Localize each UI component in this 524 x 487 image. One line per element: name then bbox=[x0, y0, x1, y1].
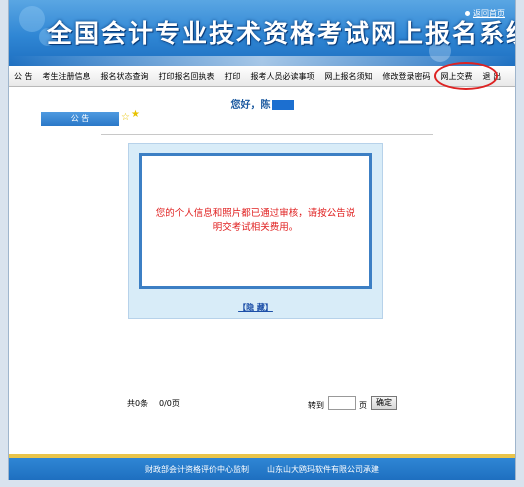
nav-item-registration-info[interactable]: 考生注册信息 bbox=[38, 71, 96, 82]
nav-item-print[interactable]: 打印 bbox=[220, 71, 246, 82]
hide-link[interactable]: 【隐 藏】 bbox=[129, 302, 382, 313]
notice-tab[interactable]: 公 告 bbox=[41, 112, 119, 126]
header-banner: 全国会计专业技术资格考试网上报名系统 返回首页 bbox=[9, 0, 515, 66]
confirm-button[interactable]: 确定 bbox=[371, 396, 397, 410]
greeting: 您好，陈 bbox=[9, 96, 515, 111]
nav-item-registration-notes[interactable]: 网上报名须知 bbox=[320, 71, 378, 82]
review-message: 您的个人信息和照片都已通过审核，请按公告说明交考试相关费用。 bbox=[155, 208, 356, 233]
redacted-name bbox=[271, 100, 294, 110]
footer-supervisor: 财政部会计资格评价中心监制 bbox=[145, 464, 249, 474]
page-count: 0/0页 bbox=[159, 399, 180, 408]
app-window: 全国会计专业技术资格考试网上报名系统 返回首页 公 告 考生注册信息 报名状态查… bbox=[8, 0, 516, 480]
goto-label: 转到 bbox=[308, 401, 324, 410]
home-icon bbox=[465, 11, 470, 16]
divider bbox=[101, 134, 433, 135]
nav-item-notice[interactable]: 公 告 bbox=[9, 71, 38, 82]
nav-item-must-read[interactable]: 报考人员必读事项 bbox=[246, 71, 320, 82]
record-count: 共0条 bbox=[127, 399, 149, 408]
page-unit-label: 页 bbox=[359, 401, 367, 410]
system-title: 全国会计专业技术资格考试网上报名系统 bbox=[47, 19, 515, 48]
notice-panel: 您的个人信息和照片都已通过审核，请按公告说明交考试相关费用。 【隐 藏】 共0条… bbox=[41, 126, 483, 454]
star-icon: ★ bbox=[131, 109, 140, 120]
star-icon: ☆ bbox=[121, 112, 130, 123]
nav-item-change-password[interactable]: 修改登录密码 bbox=[378, 71, 436, 82]
footer-developer: 山东山大鸥玛软件有限公司承建 bbox=[267, 464, 379, 474]
footer: 财政部会计资格评价中心监制 山东山大鸥玛软件有限公司承建 bbox=[9, 458, 515, 480]
nav-item-print-receipt[interactable]: 打印报名回执表 bbox=[154, 71, 220, 82]
home-link[interactable]: 返回首页 bbox=[465, 8, 505, 19]
message-content: 您的个人信息和照片都已通过审核，请按公告说明交考试相关费用。 bbox=[139, 153, 372, 289]
message-box: 您的个人信息和照片都已通过审核，请按公告说明交考试相关费用。 【隐 藏】 bbox=[128, 143, 383, 319]
banner-wave bbox=[9, 56, 515, 66]
annotation-circle bbox=[434, 62, 498, 90]
goto-page-input[interactable] bbox=[328, 396, 356, 410]
nav-item-status-query[interactable]: 报名状态查询 bbox=[96, 71, 154, 82]
